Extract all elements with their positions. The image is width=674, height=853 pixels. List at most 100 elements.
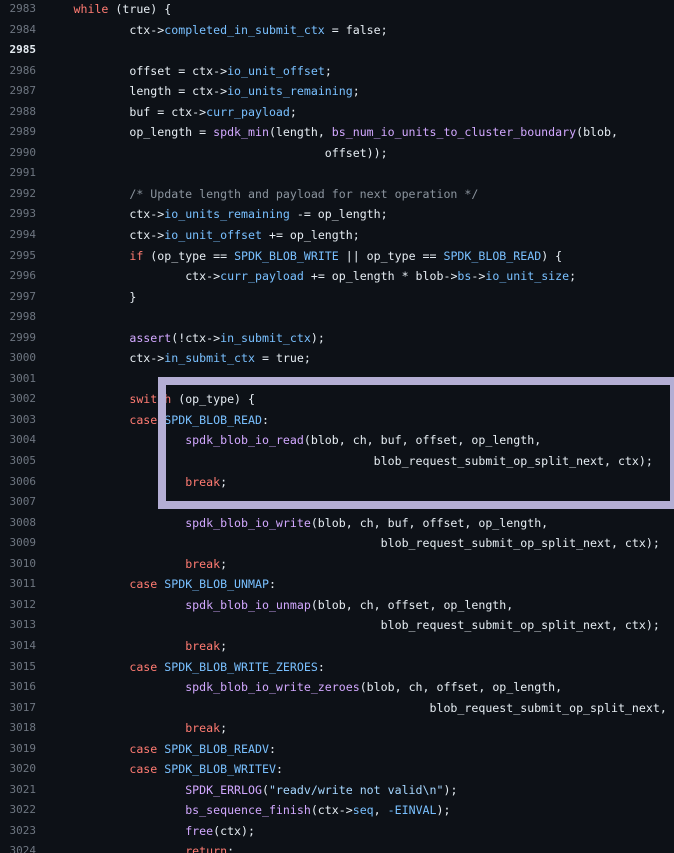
code-text: break; [74, 636, 227, 657]
line-number[interactable]: 3019 [0, 739, 37, 760]
code-token-plain: ; [227, 844, 235, 853]
line-number[interactable]: 3017 [0, 698, 37, 719]
code-token-plain: : [317, 659, 325, 674]
code-token-plain: = true; [255, 351, 311, 366]
line-number[interactable]: 2985 [0, 40, 37, 61]
code-token-plain: -> [471, 269, 486, 284]
code-text: blob_request_submit_op_split_next, ctx); [74, 698, 674, 719]
code-token-plain: op_length = [129, 125, 214, 140]
line-number[interactable]: 2984 [0, 20, 37, 41]
line-number[interactable]: 3003 [0, 410, 37, 431]
code-token-plain: (length, [268, 125, 332, 140]
code-text: blob_request_submit_op_split_next, ctx); [74, 615, 660, 636]
code-token-plain: (blob, ch, buf, offset, op_length, [310, 515, 549, 530]
line-number[interactable]: 3002 [0, 389, 37, 410]
code-line: 3023 free(ctx); [0, 821, 674, 842]
line-number[interactable]: 2987 [0, 81, 37, 102]
line-number[interactable]: 2991 [0, 163, 37, 184]
line-number[interactable]: 2995 [0, 246, 37, 267]
line-number[interactable]: 2986 [0, 61, 37, 82]
code-text: while (true) { [74, 0, 172, 20]
line-number[interactable]: 2988 [0, 102, 37, 123]
code-line: 3006 break; [0, 472, 674, 493]
line-number[interactable]: 3022 [0, 800, 37, 821]
line-number[interactable]: 3018 [0, 718, 37, 739]
code-token-plain: : [268, 577, 276, 592]
line-number[interactable]: 3006 [0, 472, 37, 493]
code-token-prop: io_units_remaining [164, 207, 290, 222]
code-text: switch (op_type) { [74, 389, 255, 410]
line-number[interactable]: 3000 [0, 348, 37, 369]
code-token-kw: break [185, 474, 221, 489]
code-lines: 2983 while (true) {2984 ctx->completed_in… [0, 0, 674, 853]
code-text: free(ctx); [74, 821, 255, 842]
line-number[interactable]: 3008 [0, 513, 37, 534]
code-token-prop: io_unit_size [485, 269, 570, 284]
code-text: spdk_blob_io_unmap(blob, ch, offset, op_… [74, 595, 514, 616]
line-number[interactable]: 3011 [0, 574, 37, 595]
line-number[interactable]: 3016 [0, 677, 37, 698]
code-text: case SPDK_BLOB_WRITE_ZEROES: [74, 657, 325, 678]
code-text: case SPDK_BLOB_WRITEV: [74, 759, 283, 780]
code-token-kw: case [129, 762, 158, 777]
code-line: 2987 length = ctx->io_units_remaining; [0, 81, 674, 102]
line-number[interactable]: 2983 [0, 0, 37, 20]
line-number[interactable]: 3005 [0, 451, 37, 472]
line-number[interactable]: 3007 [0, 492, 37, 513]
line-number[interactable]: 2998 [0, 307, 37, 328]
line-number[interactable]: 3015 [0, 657, 37, 678]
line-number[interactable]: 3014 [0, 636, 37, 657]
line-number[interactable]: 3020 [0, 759, 37, 780]
line-number[interactable]: 2996 [0, 266, 37, 287]
code-text: ctx->curr_payload += op_length * blob->b… [74, 266, 577, 287]
code-token-plain: = false; [324, 22, 388, 37]
code-token-kw: switch [129, 392, 172, 407]
code-line: 2984 ctx->completed_in_submit_ctx = fals… [0, 20, 674, 41]
code-line: 2988 buf = ctx->curr_payload; [0, 102, 674, 123]
code-token-plain: (true) { [108, 2, 172, 16]
code-token-plain: ); [436, 803, 451, 818]
line-number[interactable]: 2993 [0, 204, 37, 225]
code-text: offset)); [74, 143, 388, 164]
line-number[interactable]: 2994 [0, 225, 37, 246]
line-number[interactable]: 3024 [0, 841, 37, 853]
line-number[interactable]: 3004 [0, 430, 37, 451]
code-line: 2983 while (true) { [0, 0, 674, 20]
code-line: 2993 ctx->io_units_remaining -= op_lengt… [0, 204, 674, 225]
code-token-plain: (blob, ch, offset, op_length, [310, 597, 514, 612]
code-text: buf = ctx->curr_payload; [74, 102, 297, 123]
code-line: 3000 ctx->in_submit_ctx = true; [0, 348, 674, 369]
code-token-kw: break [185, 638, 221, 653]
code-token-plain: blob_request_submit_op_split_next, ctx); [429, 700, 674, 715]
line-number[interactable]: 3001 [0, 369, 37, 390]
code-token-prop: io_unit_offset [227, 63, 325, 78]
line-number[interactable]: 2992 [0, 184, 37, 205]
code-token-const: SPDK_BLOB_READ [164, 412, 262, 427]
code-text: op_length = spdk_min(length, bs_num_io_u… [74, 122, 618, 143]
line-number[interactable]: 3012 [0, 595, 37, 616]
line-number[interactable]: 3009 [0, 533, 37, 554]
code-line: 2999 assert(!ctx->in_submit_ctx); [0, 328, 674, 349]
code-token-plain: (blob, [576, 125, 618, 140]
code-line: 3007 [0, 492, 674, 513]
code-token-plain: : [268, 741, 276, 756]
code-line: 2985 [0, 40, 674, 61]
code-token-plain: buf = ctx-> [129, 104, 207, 119]
code-token-kw: while [73, 2, 109, 16]
code-token-plain: ; [569, 269, 577, 284]
line-number[interactable]: 2990 [0, 143, 37, 164]
line-number[interactable]: 2989 [0, 122, 37, 143]
line-number[interactable]: 2999 [0, 328, 37, 349]
code-text: ctx->io_unit_offset += op_length; [74, 225, 359, 246]
code-token-prop: bs [457, 269, 472, 284]
line-number[interactable]: 3023 [0, 821, 37, 842]
code-line: 3002 switch (op_type) { [0, 389, 674, 410]
line-number[interactable]: 3013 [0, 615, 37, 636]
code-token-plain: offset = ctx-> [129, 63, 228, 78]
line-number[interactable]: 3010 [0, 554, 37, 575]
code-token-prop: in_submit_ctx [220, 330, 311, 345]
code-token-const: SPDK_BLOB_READV [164, 741, 269, 756]
line-number[interactable]: 3021 [0, 780, 37, 801]
line-number[interactable]: 2997 [0, 287, 37, 308]
code-token-plain: blob_request_submit_op_split_next, ctx); [380, 618, 660, 633]
